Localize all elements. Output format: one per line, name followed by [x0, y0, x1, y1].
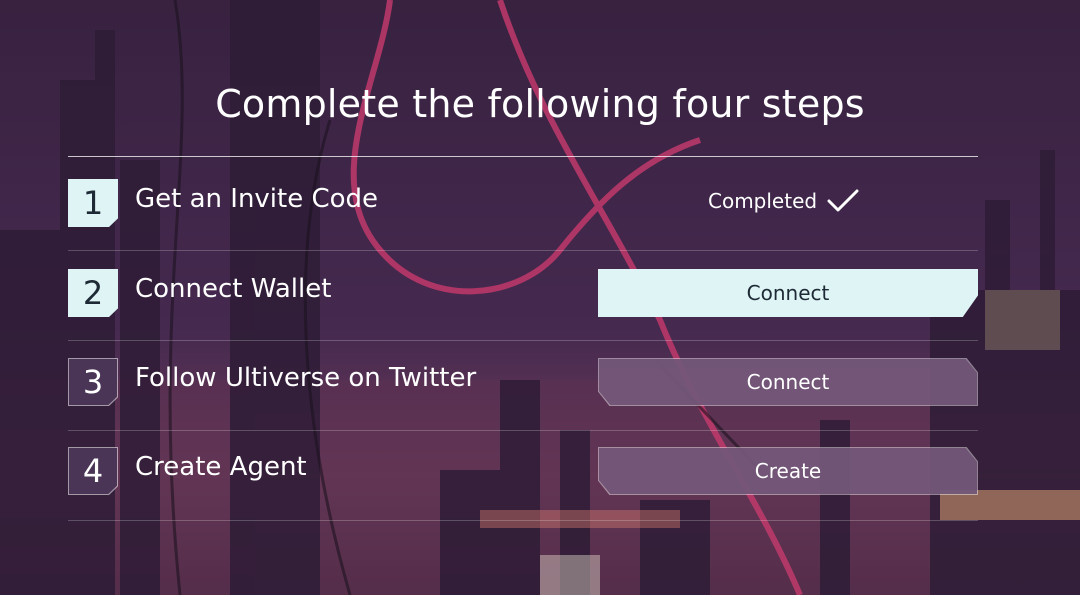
connect-wallet-button[interactable]: Connect	[598, 269, 978, 317]
step-2-row: 2 Connect Wallet Connect	[68, 248, 978, 338]
step-3-label: Follow Ultiverse on Twitter	[135, 363, 477, 393]
connect-twitter-button[interactable]: Connect	[598, 358, 978, 406]
step-1-label: Get an Invite Code	[135, 184, 379, 214]
step-3-row: 3 Follow Ultiverse on Twitter Connect	[68, 337, 978, 427]
step-4-number: 4	[68, 447, 118, 495]
title-divider	[68, 156, 978, 157]
check-icon	[827, 189, 859, 212]
step-4-label: Create Agent	[135, 452, 307, 482]
step-3-number: 3	[68, 358, 118, 406]
step-4-row: 4 Create Agent Create	[68, 426, 978, 516]
step-1-row: 1 Get an Invite Code Completed	[68, 158, 978, 248]
completed-text: Completed	[708, 189, 818, 213]
step-1-status: Completed	[708, 189, 859, 213]
step-1-number: 1	[68, 179, 118, 227]
create-agent-button[interactable]: Create	[598, 447, 978, 495]
row-divider	[68, 520, 978, 521]
page-title: Complete the following four steps	[215, 82, 865, 126]
step-2-label: Connect Wallet	[135, 274, 332, 304]
step-2-number: 2	[68, 269, 118, 317]
